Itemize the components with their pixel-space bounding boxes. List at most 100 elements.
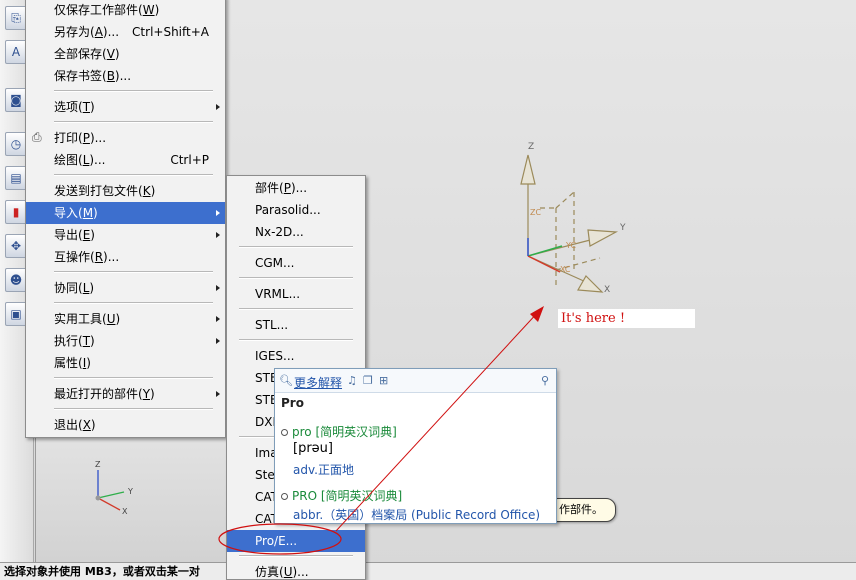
menu-item-label: IGES... [255, 349, 295, 363]
image-icon[interactable]: ▣ [5, 302, 27, 326]
menu-item-tail: ) [150, 387, 155, 401]
menu-separator [239, 246, 353, 248]
dictionary-popup: 🔍︎ 更多解释 ♫ ❐ ⊞ ⚲ Pro pro [简明英汉词典] [prəu] … [274, 368, 557, 524]
tooltip-bubble: 作部件。 [548, 498, 616, 522]
menu-item-key: W [142, 3, 155, 17]
menu-item-tail: )... [114, 69, 132, 83]
menu-item-save-bookmark[interactable]: 保存书签(B)... [26, 65, 225, 87]
menu-item-key: B [106, 69, 115, 83]
menu-item-save-all[interactable]: 全部保存(V) [26, 43, 225, 65]
search-icon[interactable]: 🔍︎ [279, 374, 293, 387]
menu-item-tail: ) [90, 228, 95, 242]
bullet-icon [281, 493, 288, 500]
menu-item-label: 全部保存( [54, 47, 107, 61]
more-explanations-link[interactable]: 更多解释 [294, 374, 342, 391]
entry-head-text: PRO [简明英汉词典] [292, 489, 403, 503]
dictionary-phonetic: [prəu] [293, 441, 333, 456]
axis-label-x: X [604, 285, 610, 295]
menu-item-label: Parasolid... [255, 203, 321, 217]
copy-icon[interactable]: ❐ [363, 374, 373, 387]
submenu-arrow-icon [216, 285, 220, 291]
menu-item-execute[interactable]: 执行(T) [26, 330, 225, 352]
import-item-parasolid[interactable]: Parasolid... [227, 199, 365, 221]
menu-item-collaborate[interactable]: 协同(L) [26, 277, 225, 299]
import-item-stl[interactable]: STL... [227, 314, 365, 336]
import-item-cgm[interactable]: CGM... [227, 252, 365, 274]
menu-item-recent-parts[interactable]: 最近打开的部件(Y) [26, 383, 225, 405]
menu-item-label: 实用工具( [54, 312, 107, 326]
menu-item-label: 打印( [54, 131, 83, 145]
menu-item-properties[interactable]: 属性(I) [26, 352, 225, 374]
lower-viewport [35, 438, 235, 562]
menu-item-label: 协同( [54, 281, 83, 295]
bullet-icon [281, 429, 288, 436]
menu-item-export[interactable]: 导出(E) [26, 224, 225, 246]
pin-icon[interactable]: ⚲ [541, 374, 549, 387]
menu-item-import[interactable]: 导入(M) [26, 202, 225, 224]
import-item-proe[interactable]: Pro/E... [227, 530, 365, 552]
import-item-nx2d[interactable]: Nx-2D... [227, 221, 365, 243]
arrow-head-icon [530, 306, 544, 322]
font-icon[interactable]: A [5, 40, 27, 64]
printer-icon: ⎙ [32, 130, 42, 144]
menu-separator [239, 339, 353, 341]
menu-item-save-work-part[interactable]: 仅保存工作部件(W) [26, 0, 225, 21]
import-item-iges[interactable]: IGES... [227, 345, 365, 367]
menu-item-label: Pro/E... [255, 534, 298, 548]
speaker-icon[interactable]: ♫ [347, 374, 357, 387]
menu-separator [54, 174, 213, 176]
menu-item-key: X [82, 418, 91, 432]
menu-item-tail: ) [89, 281, 95, 295]
people-icon[interactable]: ☻ [5, 268, 27, 292]
menu-item-plot[interactable]: 绘图(L)... Ctrl+P [26, 149, 225, 171]
menu-item-save-as[interactable]: 另存为(A)... Ctrl+Shift+A [26, 21, 225, 43]
menu-item-label: 保存书签( [54, 69, 107, 83]
menu-item-tail: ) [115, 312, 121, 326]
menu-item-exit[interactable]: 退出(X) [26, 414, 225, 436]
menu-item-label: 绘图( [54, 153, 83, 167]
clock-icon[interactable]: ◷ [5, 132, 27, 156]
axis-label-xc: XC [560, 265, 571, 274]
menu-item-label: CGM... [255, 256, 295, 270]
menu-separator [54, 408, 213, 410]
menu-separator [239, 308, 353, 310]
menu-item-interop[interactable]: 互操作(R)... [26, 246, 225, 268]
color-icon[interactable]: ▮ [5, 200, 27, 224]
import-item-part[interactable]: 部件(P)... [227, 177, 365, 199]
menu-item-utilities[interactable]: 实用工具(U) [26, 308, 225, 330]
menu-item-shortcut: Ctrl+Shift+A [132, 25, 209, 39]
submenu-arrow-icon [216, 210, 220, 216]
menu-item-label: Nx-2D... [255, 225, 304, 239]
import-item-simulation[interactable]: 仿真(U)... [227, 561, 365, 580]
tooltip-text: 作部件。 [559, 503, 603, 516]
menu-item-tail: )... [89, 153, 106, 167]
axis-label-zc: ZC [530, 208, 541, 217]
menu-item-options[interactable]: 选项(T) [26, 96, 225, 118]
menu-separator [239, 555, 353, 557]
menu-item-label: 互操作( [54, 250, 95, 264]
import-item-vrml[interactable]: VRML... [227, 283, 365, 305]
menu-item-tail: ) [93, 206, 98, 220]
menu-item-tail: ) [90, 100, 95, 114]
document-icon[interactable]: ◙ [5, 88, 27, 112]
plus-icon[interactable]: ⊞ [379, 374, 388, 387]
submenu-arrow-icon [216, 316, 220, 322]
menu-item-label: VRML... [255, 287, 301, 301]
menu-item-key: M [82, 206, 94, 220]
menu-item-label: 仿真( [255, 565, 284, 579]
wcs-triad [520, 154, 619, 293]
menu-item-send-to-package[interactable]: 发送到打包文件(K) [26, 180, 225, 202]
save-icon[interactable]: ⎘ [5, 6, 27, 30]
tool-icon[interactable]: ✥ [5, 234, 27, 258]
menu-item-tail: ) [90, 334, 95, 348]
menu-item-print[interactable]: ⎙ 打印(P)... [26, 127, 225, 149]
axis-label-yc: YC [565, 241, 576, 250]
submenu-arrow-icon [216, 232, 220, 238]
menu-item-label: 部件( [255, 181, 284, 195]
annotation-note: It's here ! [558, 309, 695, 328]
menu-item-tail: ) [86, 356, 91, 370]
menu-item-key: T [82, 100, 91, 114]
dictionary-definition: adv.正面地 [293, 463, 354, 477]
layers-icon[interactable]: ▤ [5, 166, 27, 190]
menu-item-label: 退出( [54, 418, 83, 432]
